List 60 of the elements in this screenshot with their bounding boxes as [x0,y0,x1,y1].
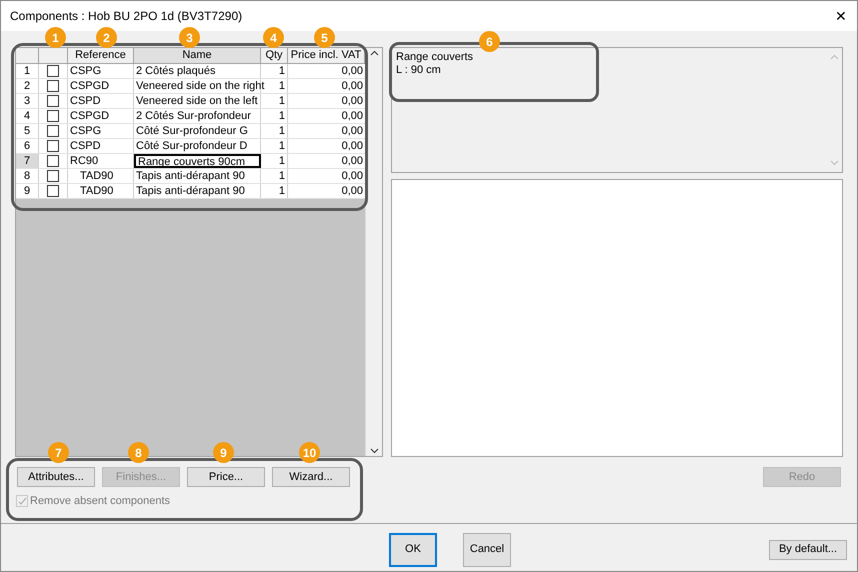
table-cell: Tapis anti-dérapant 90 [134,169,261,183]
scroll-up-icon[interactable] [370,50,378,56]
table-cell: CSPD [68,139,134,153]
checkbox[interactable] [47,140,59,152]
table-cell: 1 [261,154,288,168]
dialog-button[interactable]: Cancel [463,532,511,566]
table-cell: 1 [261,184,288,198]
checkbox[interactable] [47,155,59,167]
checkbox[interactable] [47,80,59,92]
table-cell: CSPGD [68,79,134,93]
table-cell: Veneered side on the left [134,94,261,108]
action-button[interactable]: Price... [187,467,265,487]
table-cell: 1 [261,139,288,153]
checkbox-label: Remove absent components [30,494,170,509]
table-cell: TAD90 [68,184,134,198]
table-cell: CSPD [68,94,134,108]
checkbox[interactable] [47,170,59,182]
dialog-button[interactable]: OK [389,532,437,566]
checkbox[interactable] [47,125,59,137]
table-cell: 1 [261,109,288,123]
table-cell-text: 0,00 [340,169,364,183]
table-cell: 1 [261,64,288,78]
action-button[interactable]: Attributes... [17,467,95,487]
checkbox[interactable] [47,95,59,107]
callout-badge: 6 [479,31,500,52]
action-button[interactable]: Wizard... [272,467,350,487]
checkbox[interactable] [47,65,59,77]
table-cell-text: 0,00 [340,154,364,168]
description-line: L : 90 cm [396,64,442,77]
description-line: Range couverts [396,51,474,64]
table-cell-text: 0,00 [340,184,364,198]
window-title: Components : Hob BU 2PO 1d (BV3T7290) [10,8,242,25]
table-cell: 1 [261,124,288,138]
table-cell: 1 [261,94,288,108]
table-cell: 2 Côtés plaqués [134,64,261,78]
table-cell: TAD90 [68,169,134,183]
by-default-button[interactable]: By default... [769,540,847,560]
table-cell: Tapis anti-dérapant 90 [134,184,261,198]
scrollbar[interactable] [365,48,382,456]
checkbox[interactable] [47,110,59,122]
table-cell-text: 0,00 [340,64,364,78]
table-cell-text: 0,00 [340,124,364,138]
table-cell: Range couverts 90cm [134,154,261,168]
column-header[interactable]: Name [134,48,261,63]
table-cell: Côté Sur-profondeur G [134,124,261,138]
scroll-down-icon[interactable] [370,448,378,454]
table-cell: 2 Côtés Sur-profondeur [134,109,261,123]
table-cell: CSPG [68,64,134,78]
table-cell: Côté Sur-profondeur D [134,139,261,153]
table-cell: 1 [261,169,288,183]
table-cell-text: 0,00 [340,109,364,123]
table-cell: RC90 [68,154,134,168]
checkbox[interactable] [47,185,59,197]
table-cell: CSPGD [68,109,134,123]
table-cell-text: 0,00 [340,94,364,108]
close-button[interactable]: ✕ [835,6,847,26]
row-number: 7 [16,154,39,168]
table-cell-text: 0,00 [340,79,364,93]
table-cell: CSPG [68,124,134,138]
table-cell-text: 0,00 [340,139,364,153]
